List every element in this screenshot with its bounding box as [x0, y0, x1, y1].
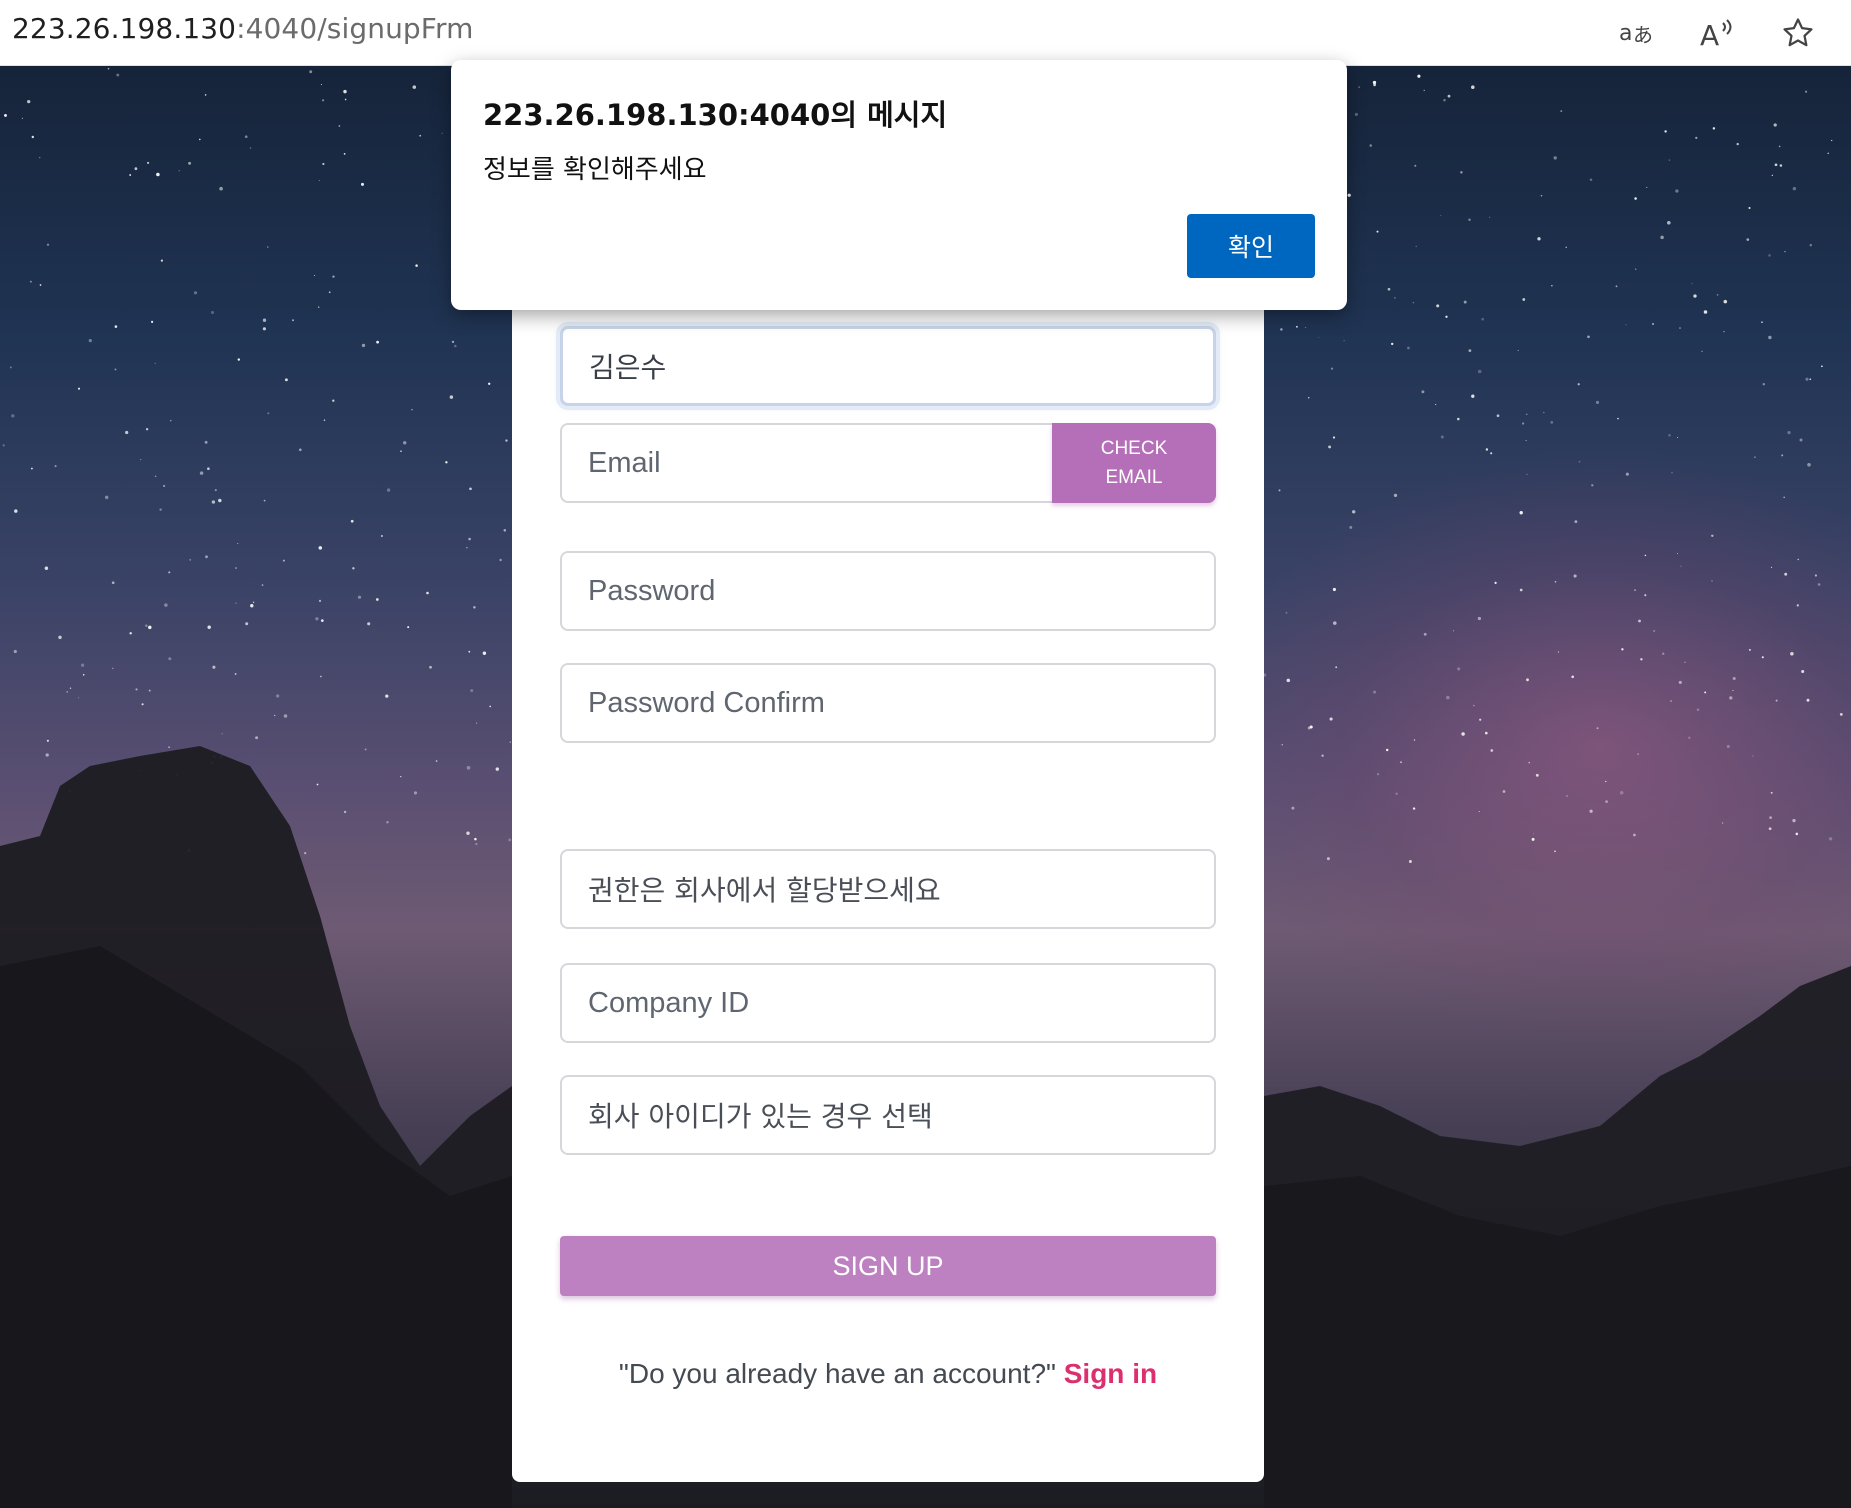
email-group: Email CHECK EMAIL	[560, 423, 1216, 503]
company-id-input[interactable]: Company ID	[560, 963, 1216, 1043]
signup-card: 김은수 Email CHECK EMAIL Password Password C…	[512, 290, 1264, 1482]
read-aloud-icon[interactable]: A	[1694, 10, 1740, 56]
company-select[interactable]: 회사 아이디가 있는 경우 선택	[560, 1075, 1216, 1155]
url-field[interactable]: 223.26.198.130:4040/signupFrm	[12, 12, 473, 45]
svg-text:a: a	[1619, 21, 1632, 46]
password-input[interactable]: Password	[560, 551, 1216, 631]
password-confirm-input[interactable]: Password Confirm	[560, 663, 1216, 743]
dialog-ok-button[interactable]: 확인	[1187, 214, 1315, 278]
browser-address-bar: 223.26.198.130:4040/signupFrm aあ A	[0, 0, 1851, 66]
role-field[interactable]: 권한은 회사에서 할당받으세요	[560, 849, 1216, 929]
alert-dialog: 223.26.198.130:4040의 메시지 정보를 확인해주세요 확인	[451, 60, 1347, 310]
signin-prompt-text: "Do you already have an account?"	[618, 1358, 1056, 1389]
translate-icon[interactable]: aあ	[1614, 10, 1660, 56]
favorite-star-icon[interactable]	[1775, 10, 1821, 56]
email-input[interactable]: Email	[560, 423, 1120, 503]
signin-prompt-line: "Do you already have an account?" Sign i…	[512, 1358, 1264, 1390]
svg-text:A: A	[1700, 19, 1719, 49]
sign-up-button[interactable]: SIGN UP	[560, 1236, 1216, 1296]
check-email-button[interactable]: CHECK EMAIL	[1052, 423, 1216, 503]
url-host: 223.26.198.130	[12, 12, 237, 45]
url-path: :4040/signupFrm	[236, 12, 474, 45]
check-email-label-2: EMAIL	[1105, 467, 1163, 488]
dialog-title: 223.26.198.130:4040의 메시지	[483, 98, 948, 132]
sign-in-link[interactable]: Sign in	[1064, 1358, 1157, 1389]
check-email-label-1: CHECK	[1100, 438, 1168, 459]
name-input[interactable]: 김은수	[560, 326, 1216, 406]
svg-text:あ: あ	[1633, 23, 1653, 47]
dialog-message: 정보를 확인해주세요	[483, 155, 707, 185]
